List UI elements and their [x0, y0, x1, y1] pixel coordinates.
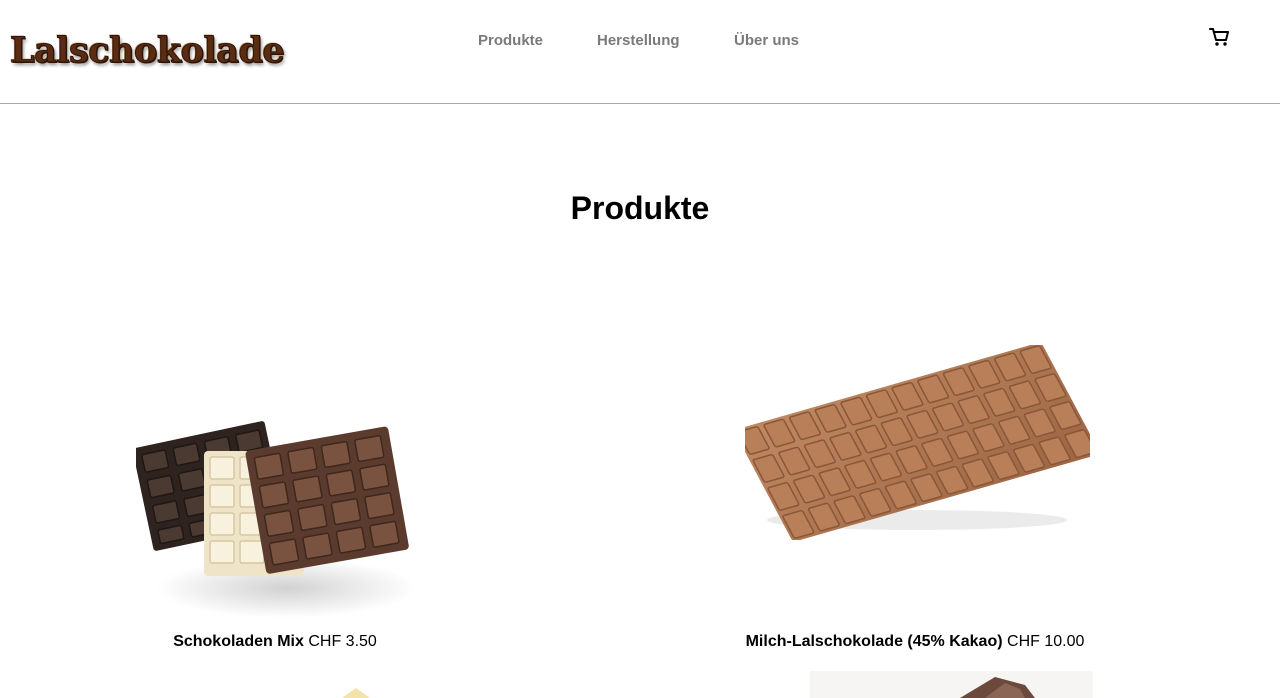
- nav-item-produkte[interactable]: Produkte: [478, 32, 543, 49]
- product-price: CHF 10.00: [1007, 633, 1085, 650]
- product-caption: Schokoladen Mix CHF 3.50: [0, 633, 550, 651]
- product-image[interactable]: [132, 383, 416, 623]
- cart-button[interactable]: [1208, 26, 1232, 48]
- product-image-partial[interactable]: [810, 671, 1093, 698]
- site-logo[interactable]: Lalschokolade: [9, 30, 285, 72]
- product-name[interactable]: Schokoladen Mix: [173, 633, 304, 650]
- page-title: Produkte: [570, 190, 710, 226]
- site-header: Lalschokolade Produkte Herstellung Über …: [0, 0, 1280, 104]
- shopping-cart-icon: [1209, 28, 1229, 46]
- product-image-partial[interactable]: [330, 684, 380, 698]
- nav-item-ueber-uns[interactable]: Über uns: [734, 32, 799, 49]
- dark-chocolate-partial-image: [960, 677, 1035, 698]
- white-chocolate-partial-image: [342, 688, 370, 698]
- product-image[interactable]: [734, 342, 1100, 542]
- mixed-chocolate-bars-image: [132, 421, 416, 618]
- milk-chocolate-bar-image: [734, 342, 1100, 542]
- nav-item-herstellung[interactable]: Herstellung: [597, 32, 680, 49]
- product-caption: Milch-Lalschokolade (45% Kakao) CHF 10.0…: [640, 633, 1190, 651]
- product-name[interactable]: Milch-Lalschokolade (45% Kakao): [746, 633, 1003, 650]
- product-price: CHF 3.50: [308, 633, 377, 650]
